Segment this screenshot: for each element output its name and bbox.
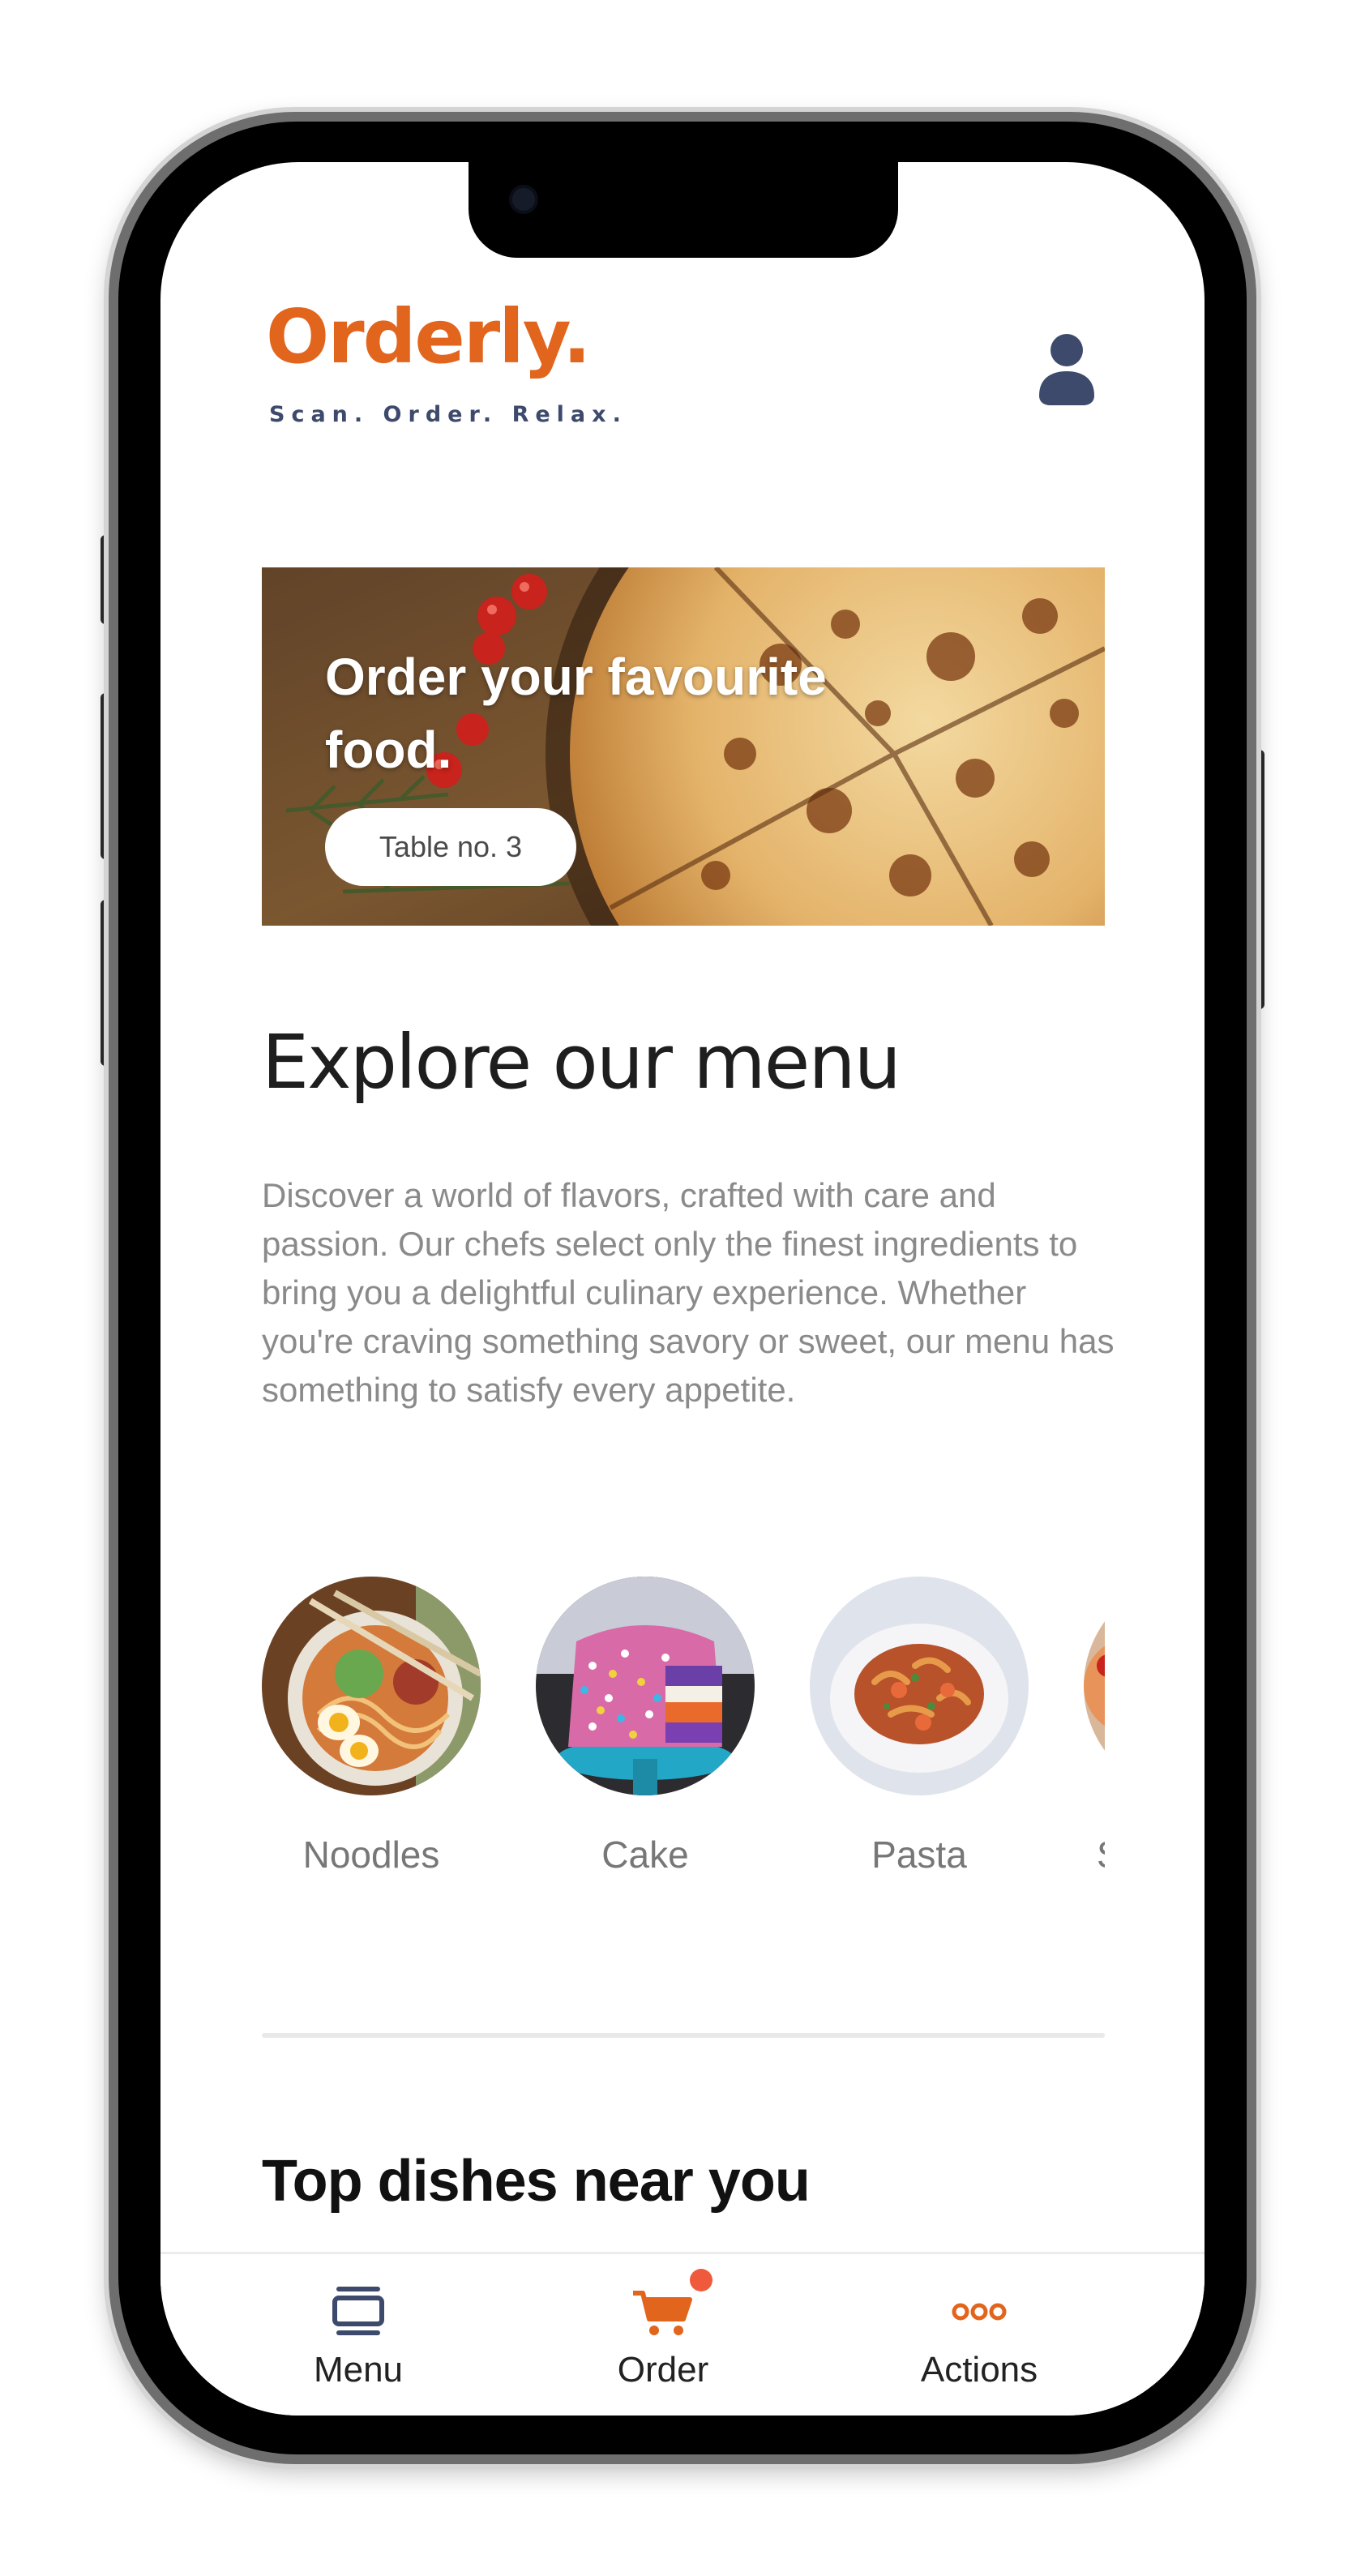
category-label: S (1084, 1833, 1105, 1876)
nav-menu[interactable]: Menu (237, 2254, 480, 2416)
cart-badge (690, 2269, 712, 2291)
category-carousel[interactable]: Noodles Cake Pasta (262, 1577, 1105, 1917)
device-stage: Orderly. Scan. Order. Relax. Order your … (0, 0, 1365, 2576)
food-image (1084, 1577, 1105, 1795)
menu-description: Discover a world of flavors, crafted wit… (262, 1176, 1115, 1409)
cart-icon (627, 2269, 712, 2340)
table-number-button[interactable]: Table no. 3 (325, 808, 576, 886)
category-label: Noodles (302, 1834, 440, 1876)
menu-cards-icon (322, 2283, 395, 2340)
profile-button[interactable] (1036, 332, 1098, 405)
phone-screen: Orderly. Scan. Order. Relax. Order your … (160, 162, 1205, 2416)
notch (469, 162, 898, 258)
nav-menu-label: Menu (313, 2350, 404, 2390)
front-camera (509, 185, 538, 214)
category-label: Cake (601, 1834, 689, 1876)
cake-image (536, 1577, 755, 1795)
nav-actions-label: Actions (920, 2350, 1038, 2390)
promo-banner: Order your favourite food. Table no. 3 (262, 567, 1105, 926)
category-label: Pasta (871, 1834, 967, 1876)
nav-order[interactable]: Order (541, 2254, 785, 2416)
app-logo: Orderly. (266, 293, 591, 380)
bottom-navigation: Menu Order Actions (160, 2252, 1205, 2416)
nav-order-label: Order (617, 2350, 709, 2390)
noodles-image (262, 1577, 481, 1795)
more-dots-icon (943, 2283, 1016, 2340)
nav-actions[interactable]: Actions (858, 2254, 1101, 2416)
pasta-image (810, 1577, 1029, 1795)
menu-section-title: Explore our menu (262, 1019, 901, 1106)
category-cake[interactable]: Cake (536, 1577, 755, 1917)
user-icon (1039, 334, 1094, 405)
banner-title: Order your favourite food. (325, 648, 827, 779)
category-pasta[interactable]: Pasta (810, 1577, 1029, 1917)
category-partial[interactable]: S (1084, 1577, 1105, 1917)
section-divider (262, 2033, 1105, 2038)
app-tagline: Scan. Order. Relax. (269, 402, 627, 427)
top-dishes-title: Top dishes near you (262, 2149, 811, 2214)
category-noodles[interactable]: Noodles (262, 1577, 481, 1917)
